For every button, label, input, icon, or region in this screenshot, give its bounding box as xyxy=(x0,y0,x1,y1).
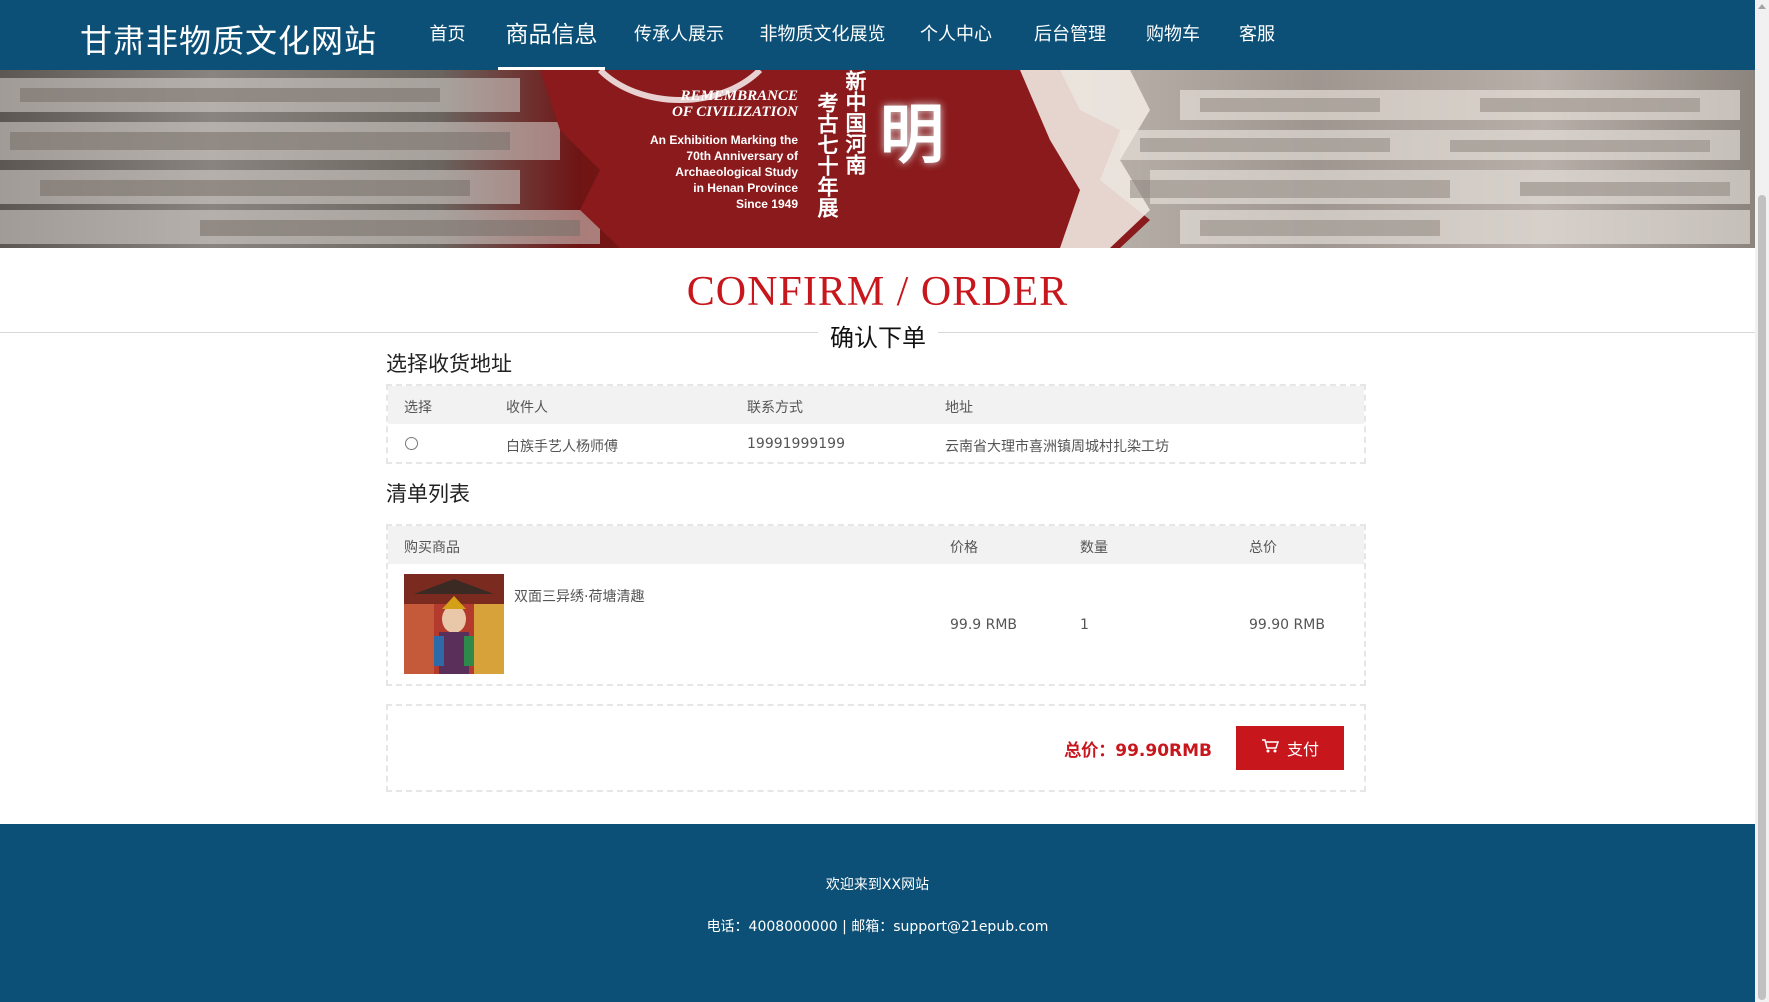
nav-personal-center[interactable]: 个人中心 xyxy=(916,0,996,70)
cart-icon xyxy=(1261,738,1280,758)
page: 甘肃非物质文化网站 首页 商品信息 传承人展示 非物质文化展览 个人中心 后台管… xyxy=(0,0,1755,1002)
page-title-en: CONFIRM / ORDER xyxy=(686,269,1069,315)
pay-button-label: 支付 xyxy=(1286,740,1319,759)
address-heading: 选择收货地址 xyxy=(386,352,512,376)
hero-banner: REMEMBRANCE OF CIVILIZATION An Exhibitio… xyxy=(0,70,1755,248)
nav-home[interactable]: 首页 xyxy=(420,0,475,70)
product-total: 99.90 RMB xyxy=(1249,617,1325,633)
scroll-thumb[interactable] xyxy=(1758,195,1766,1000)
banner-line: OF CIVILIZATION xyxy=(671,104,798,120)
banner-exhibit-caption: REMEMBRANCE OF CIVILIZATION xyxy=(648,88,798,120)
product-qty: 1 xyxy=(1080,617,1089,633)
banner-vertical-text-1: 新中国河南 xyxy=(843,70,867,175)
address-table: 选择 收件人 联系方式 地址 白族手艺人杨师傅 19991999199 云南省大… xyxy=(386,384,1366,464)
banner-line: An Exhibition Marking the xyxy=(649,133,798,147)
items-table-header: 购买商品 价格 数量 总价 xyxy=(388,526,1364,564)
banner-line: in Henan Province xyxy=(693,181,798,195)
address-radio[interactable] xyxy=(405,437,418,450)
col-qty: 数量 xyxy=(1080,540,1108,556)
scroll-up-arrow-icon[interactable] xyxy=(1758,4,1766,9)
footer-contact: 电话：4008000000 | 邮箱：support@21epub.com xyxy=(706,919,1049,935)
product-thumbnail[interactable] xyxy=(404,574,504,674)
banner-exhibit-subcaption: An Exhibition Marking the 70th Anniversa… xyxy=(630,132,798,212)
recipient-name: 白族手艺人杨师傅 xyxy=(506,439,618,455)
col-phone: 联系方式 xyxy=(747,400,803,416)
col-select: 选择 xyxy=(404,400,432,416)
address-table-header: 选择 收件人 联系方式 地址 xyxy=(388,386,1364,424)
nav-products[interactable]: 商品信息 xyxy=(498,0,605,70)
product-image xyxy=(404,574,504,674)
nav-inheritors[interactable]: 传承人展示 xyxy=(630,0,728,70)
banner-artwork xyxy=(0,70,1750,248)
order-total: 总价：99.90RMB xyxy=(1064,741,1212,761)
col-price: 价格 xyxy=(950,540,978,556)
items-heading: 清单列表 xyxy=(386,482,470,506)
recipient-phone: 19991999199 xyxy=(747,436,845,452)
col-product: 购买商品 xyxy=(404,540,460,556)
footer-welcome: 欢迎来到XX网站 xyxy=(825,877,930,893)
page-title-cn: 确认下单 xyxy=(818,318,938,353)
nav-admin[interactable]: 后台管理 xyxy=(1030,0,1110,70)
banner-vertical-text-2: 考古七十年展 xyxy=(815,92,839,218)
top-nav-bar: 甘肃非物质文化网站 首页 商品信息 传承人展示 非物质文化展览 个人中心 后台管… xyxy=(0,0,1755,70)
nav-cart[interactable]: 购物车 xyxy=(1143,0,1203,70)
col-recipient: 收件人 xyxy=(506,400,548,416)
product-price: 99.9 RMB xyxy=(950,617,1018,633)
site-footer: 欢迎来到XX网站 电话：4008000000 | 邮箱：support@21ep… xyxy=(0,824,1755,1002)
banner-line: Archaeological Study xyxy=(675,165,798,179)
site-title[interactable]: 甘肃非物质文化网站 xyxy=(80,16,377,62)
vertical-scrollbar[interactable] xyxy=(1755,0,1769,1002)
order-summary: 总价：99.90RMB 支付 xyxy=(386,704,1366,792)
pay-button[interactable]: 支付 xyxy=(1236,726,1344,770)
col-total: 总价 xyxy=(1249,540,1277,556)
banner-line: REMEMBRANCE xyxy=(680,88,798,104)
nav-exhibition[interactable]: 非物质文化展览 xyxy=(755,0,890,70)
nav-service[interactable]: 客服 xyxy=(1236,0,1278,70)
banner-line: 70th Anniversary of xyxy=(686,149,798,163)
items-table: 购买商品 价格 数量 总价 双面三异绣·荷塘清趣 99.9 RMB 1 99.9… xyxy=(386,524,1366,686)
product-name[interactable]: 双面三异绣·荷塘清趣 xyxy=(514,586,644,606)
banner-line: Since 1949 xyxy=(735,197,798,211)
banner-big-char: 明 xyxy=(880,99,944,173)
col-address: 地址 xyxy=(945,400,973,416)
recipient-address: 云南省大理市喜洲镇周城村扎染工坊 xyxy=(945,439,1169,455)
